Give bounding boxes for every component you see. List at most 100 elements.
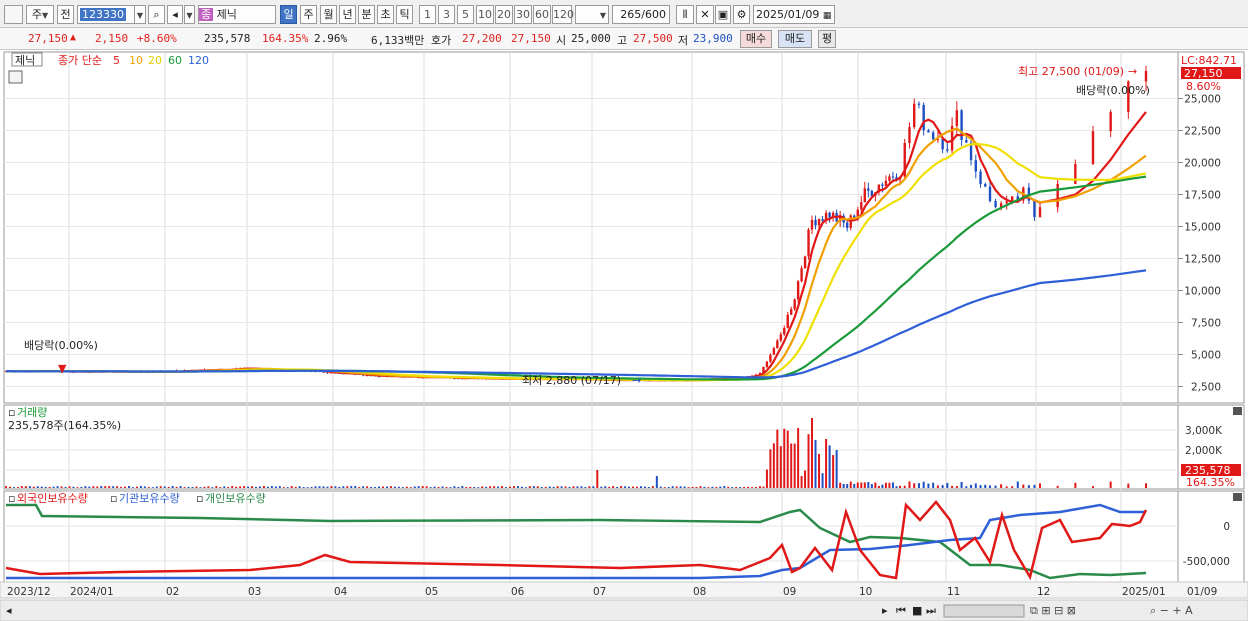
volume-bar [946, 482, 949, 488]
period-day[interactable]: 일 [280, 5, 297, 24]
code-dropdown-button[interactable]: ▼ [134, 5, 146, 24]
speaker-dropdown[interactable]: ▼ [184, 5, 195, 24]
volume-bar [274, 486, 277, 488]
interval-10[interactable]: 10 [476, 5, 494, 24]
interval-custom-select[interactable]: ▼ [575, 5, 609, 24]
volume-bar [116, 486, 119, 488]
volume-bar [715, 487, 718, 488]
settings-button[interactable]: ⚙ [733, 5, 750, 24]
search-button[interactable]: ⌕ [148, 5, 165, 24]
calendar-icon[interactable]: ▦ [823, 11, 832, 21]
price-panel[interactable] [3, 51, 1179, 404]
dividend-marker-icon: ▼ [58, 362, 67, 375]
jump-start-icon[interactable]: ⏮ [896, 604, 906, 617]
period-minute[interactable]: 분 [358, 5, 375, 24]
date-input[interactable]: 2025/01/09 ▦ [753, 5, 835, 24]
current-price-tag-text: 27,150 [1184, 67, 1223, 80]
chart-area[interactable]: 2023/12 2024/01 02 03 04 05 06 07 08 09 10 11 12 2025… [0, 50, 1248, 621]
x-tick-label: 01/09 [1187, 586, 1217, 598]
ma-20-label[interactable]: 20 [148, 54, 162, 67]
volume-bar [437, 487, 440, 488]
scroll-thumb[interactable] [943, 604, 1025, 618]
volume-bar [36, 486, 39, 488]
scroll-right-icon[interactable]: ▸ [882, 604, 888, 617]
interval-120[interactable]: 120 [552, 5, 574, 24]
save-button[interactable]: ▣ [715, 5, 731, 24]
ma-60-label[interactable]: 60 [168, 54, 182, 67]
volume-bar [342, 486, 345, 488]
volume-bar [960, 482, 963, 488]
eval-button[interactable]: 평 [818, 30, 836, 48]
scroll-left-icon[interactable]: ◂ [6, 604, 12, 617]
volume-bar [334, 486, 337, 488]
interval-1[interactable]: 1 [419, 5, 436, 24]
ma-10-label[interactable]: 10 [129, 54, 143, 67]
period-year[interactable]: 년 [339, 5, 356, 24]
price-tick-label: 2,500 [1191, 382, 1221, 394]
volume-panel[interactable] [3, 404, 1179, 490]
code-input[interactable]: 123330 [77, 5, 137, 24]
holding-series-institution[interactable]: 기관보유수량 [119, 492, 180, 505]
volume-bar [155, 486, 158, 488]
volume-bar [12, 487, 15, 488]
count-input[interactable]: 265/600 [612, 5, 670, 24]
volume-bar [719, 486, 722, 488]
table-toggle-icon[interactable] [8, 70, 23, 84]
volume-bar [1027, 485, 1030, 488]
period-week[interactable]: 주 [300, 5, 317, 24]
volume-bar [318, 486, 321, 488]
cross-tool-button[interactable]: ✕ [696, 5, 714, 24]
interval-60[interactable]: 60 [533, 5, 551, 24]
volume-bar [675, 486, 678, 488]
candle-body [994, 201, 997, 208]
buy-button[interactable]: 매수 [740, 30, 772, 48]
speaker-button[interactable]: ◂ [167, 5, 183, 24]
volume-bar [520, 486, 523, 488]
stop-icon[interactable]: ■ [912, 604, 922, 617]
period-second[interactable]: 초 [377, 5, 394, 24]
period-prefix-select[interactable]: 주▼ [26, 5, 54, 24]
low-annotation-arrow: → [632, 374, 641, 387]
volume-bar [540, 487, 543, 488]
volume-bar [270, 486, 273, 488]
candle-body [796, 281, 800, 300]
interval-5[interactable]: 5 [457, 5, 474, 24]
volume-bar [532, 486, 535, 488]
count-value: 265 [620, 8, 642, 21]
candle-type-button[interactable]: ⫴ [676, 5, 694, 24]
layout-tools-icon[interactable]: ⧉ ⊞ ⊟ ⊠ [1030, 604, 1076, 617]
stock-name-field[interactable]: 종 제닉 [198, 5, 276, 24]
candle-body [1038, 207, 1042, 218]
jump-end-icon[interactable]: ⏭ [926, 604, 936, 617]
holding-series-foreign[interactable]: 외국인보유수량 [17, 492, 88, 505]
x-tick-label: 09 [783, 586, 796, 598]
volume-panel-close-icon[interactable] [1233, 407, 1242, 415]
interval-30[interactable]: 30 [514, 5, 532, 24]
holding-panel-close-icon[interactable] [1233, 493, 1242, 501]
interval-3[interactable]: 3 [438, 5, 455, 24]
interval-20[interactable]: 20 [495, 5, 513, 24]
price-tick-label: 25,000 [1184, 94, 1221, 106]
ma-5-label[interactable]: 5 [113, 54, 120, 67]
x-tick-label: 03 [248, 586, 261, 598]
layout-icon[interactable] [4, 5, 23, 24]
volume-bar [32, 486, 35, 488]
crosshair-icon: ✕ [700, 8, 710, 21]
volume-bar [839, 482, 842, 488]
chart-canvas[interactable]: 2023/12 2024/01 02 03 04 05 06 07 08 09 10 11 12 2025… [0, 50, 1248, 621]
volume-bar [247, 486, 250, 488]
period-tick[interactable]: 틱 [396, 5, 413, 24]
search-icon: ⌕ [153, 8, 160, 21]
volume-bar [877, 485, 880, 488]
dividend-left: 배당락(0.00%) [24, 339, 98, 352]
zoom-tools-icon[interactable]: ⌕ − + A [1150, 604, 1193, 617]
prev-button[interactable]: 전 [57, 5, 74, 24]
volume-bar [84, 486, 87, 488]
period-month[interactable]: 월 [320, 5, 337, 24]
volume-bar [951, 485, 954, 488]
candle-body [1033, 200, 1036, 218]
sell-button[interactable]: 매도 [778, 30, 812, 48]
ma-120-label[interactable]: 120 [188, 54, 209, 67]
volume-bar [231, 486, 234, 488]
holding-series-individual[interactable]: 개인보유수량 [205, 492, 266, 505]
